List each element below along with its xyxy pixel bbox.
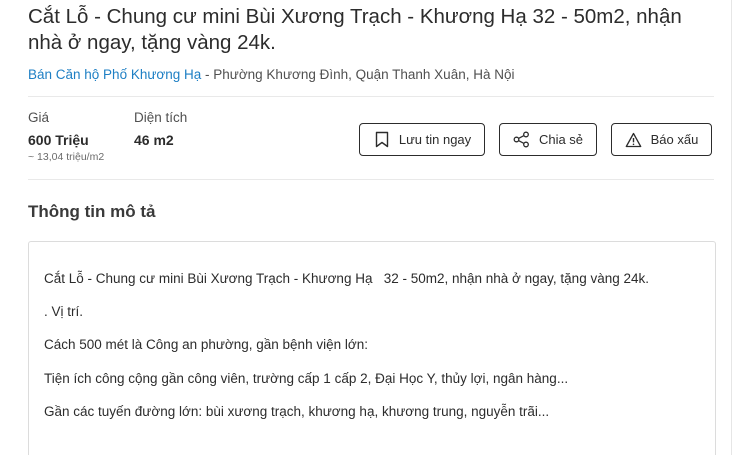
description-line: . Vị trí. xyxy=(44,304,84,319)
price-per-m2: ~ 13,04 triệu/m2 xyxy=(28,151,105,163)
share-label: Chia sẻ xyxy=(538,132,584,147)
area-value: 46 m2 xyxy=(134,132,174,148)
description-line: Gần các tuyến đường lớn: bùi xương trạch… xyxy=(44,404,550,419)
share-button[interactable]: Chia sẻ xyxy=(499,123,597,156)
divider xyxy=(28,96,714,97)
category-link[interactable]: Bán Căn hộ Phố Khương Hạ xyxy=(28,67,201,82)
area-block: Diện tích 46 m2 xyxy=(134,109,187,149)
location-address: - Phường Khương Đình, Quận Thanh Xuân, H… xyxy=(201,67,515,82)
save-listing-button[interactable]: Lưu tin ngay xyxy=(359,123,485,156)
description-heading: Thông tin mô tả xyxy=(28,202,156,221)
save-listing-label: Lưu tin ngay xyxy=(398,132,472,147)
description-line: Tiện ích công cộng gần công viên, trường… xyxy=(44,371,569,386)
description-line: Cắt Lỗ - Chung cư mini Bùi Xương Trạch -… xyxy=(44,271,649,286)
price-block: Giá 600 Triệu ~ 13,04 triệu/m2 xyxy=(28,109,104,164)
price-value: 600 Triệu xyxy=(28,132,89,148)
listing-title: Cắt Lỗ - Chung cư mini Bùi Xương Trạch -… xyxy=(28,5,682,54)
listing-location: Bán Căn hộ Phố Khương Hạ - Phường Khương… xyxy=(28,66,514,84)
bookmark-icon xyxy=(373,131,391,149)
description-box: Cắt Lỗ - Chung cư mini Bùi Xương Trạch -… xyxy=(28,241,716,455)
area-label: Diện tích xyxy=(134,110,188,125)
price-label: Giá xyxy=(28,110,50,125)
divider xyxy=(28,179,714,180)
report-button[interactable]: Báo xấu xyxy=(611,123,712,156)
share-icon xyxy=(513,131,531,149)
description-line: Cách 500 mét là Công an phường, gần bệnh… xyxy=(44,337,368,352)
warning-icon xyxy=(625,131,643,149)
report-label: Báo xấu xyxy=(650,132,699,147)
scrollbar-edge xyxy=(731,0,732,455)
